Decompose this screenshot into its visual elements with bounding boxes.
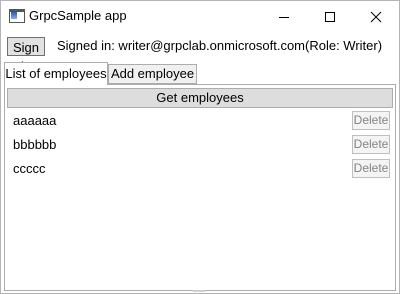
signed-in-status: Signed in: writer@grpclab.onmicrosoft.co… — [57, 38, 383, 53]
maximize-button[interactable] — [307, 1, 353, 32]
close-icon — [370, 11, 382, 22]
app-window-icon — [9, 9, 25, 23]
employee-name: aaaaaa — [13, 113, 57, 128]
close-button[interactable] — [353, 1, 399, 32]
resize-grip[interactable] — [193, 290, 205, 292]
app-window: GrpcSample app Sign in Signed in: writer… — [0, 0, 400, 294]
maximize-icon — [325, 11, 335, 22]
employee-name: ccccc — [13, 161, 46, 176]
list-item: ccccc Delete — [7, 159, 393, 183]
tab-list-of-employees[interactable]: List of employees — [4, 62, 108, 85]
title-bar[interactable]: GrpcSample app — [1, 1, 399, 32]
minimize-icon — [279, 16, 289, 18]
sign-in-button[interactable]: Sign in — [7, 37, 45, 74]
employee-name: bbbbbb — [13, 137, 57, 152]
list-item: bbbbbb Delete — [7, 135, 393, 159]
get-employees-button[interactable]: Get employees — [7, 88, 393, 108]
delete-button[interactable]: Delete — [352, 135, 390, 154]
minimize-button[interactable] — [261, 1, 307, 32]
tab-add-employee[interactable]: Add employee — [108, 64, 197, 84]
window-title: GrpcSample app — [29, 8, 127, 23]
employees-tab-panel: Get employees aaaaaa Delete bbbbbb Delet… — [4, 84, 396, 291]
delete-button[interactable]: Delete — [352, 111, 390, 130]
list-item: aaaaaa Delete — [7, 111, 393, 135]
employee-list: aaaaaa Delete bbbbbb Delete ccccc Delete — [7, 111, 393, 183]
delete-button[interactable]: Delete — [352, 159, 390, 178]
